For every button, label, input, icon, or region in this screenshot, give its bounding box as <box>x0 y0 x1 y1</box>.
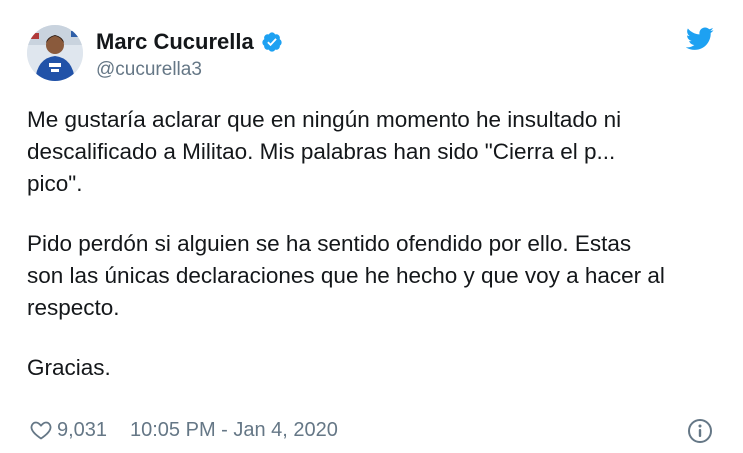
twitter-bird-icon[interactable] <box>686 27 714 51</box>
tweet-paragraph-3: Gracias. <box>27 355 111 380</box>
tweet-footer: 9,031 10:05 PM - Jan 4, 2020 <box>27 416 717 446</box>
like-button[interactable]: 9,031 <box>29 418 107 442</box>
author-handle[interactable]: @cucurella3 <box>96 59 202 81</box>
verified-badge-icon <box>262 32 282 52</box>
author-name[interactable]: Marc Cucurella <box>96 29 283 55</box>
tweet-paragraph-2: Pido perdón si alguien se ha sentido ofe… <box>27 231 665 320</box>
like-count: 9,031 <box>57 418 108 441</box>
avatar-image <box>27 25 83 81</box>
heart-icon[interactable] <box>29 418 53 442</box>
author-name-text[interactable]: Marc Cucurella <box>96 29 254 55</box>
tweet-paragraph-1: Me gustaría aclarar que en ningún moment… <box>27 107 622 196</box>
avatar[interactable] <box>27 25 83 81</box>
tweet-text: Me gustaría aclarar que en ningún moment… <box>27 104 717 384</box>
info-icon[interactable] <box>687 418 713 444</box>
tweet-card: Marc Cucurella @cucurella3 Me gustaría a… <box>0 0 743 453</box>
tweet-timestamp[interactable]: 10:05 PM - Jan 4, 2020 <box>130 419 338 442</box>
